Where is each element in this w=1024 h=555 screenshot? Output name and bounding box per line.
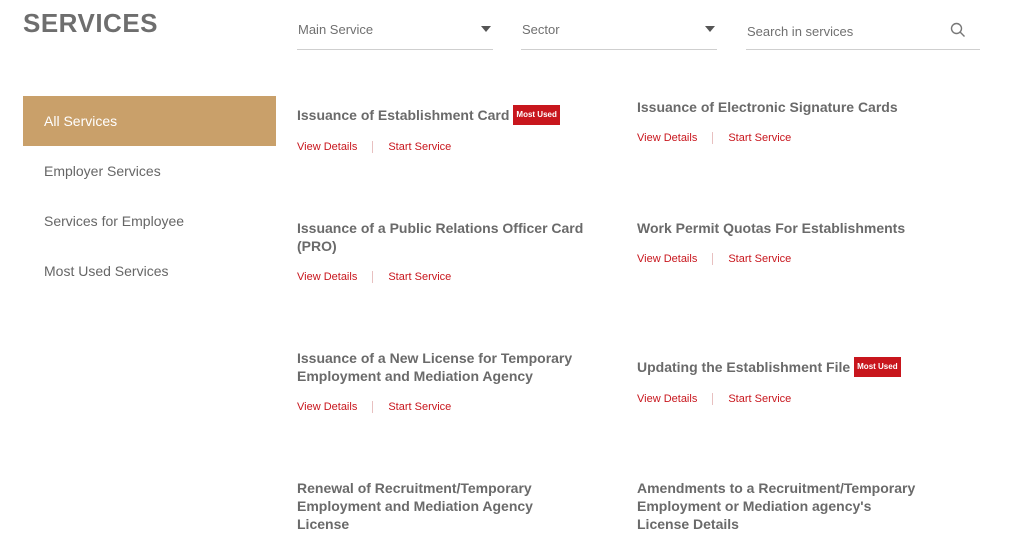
divider <box>372 271 374 283</box>
service-title: Issuance of a New License for Temporary … <box>297 350 573 384</box>
service-actions: View Details Start Service <box>297 401 597 413</box>
service-actions: View Details Start Service <box>637 393 937 405</box>
sidebar-item-employer-services[interactable]: Employer Services <box>23 146 276 196</box>
service-card: Issuance of Establishment Card Most Used … <box>297 105 597 153</box>
view-details-link[interactable]: View Details <box>297 401 357 413</box>
service-title: Work Permit Quotas For Establishments <box>637 220 906 236</box>
caret-down-icon <box>481 26 491 32</box>
service-card: Amendments to a Recruitment/Temporary Em… <box>637 479 937 533</box>
search-input[interactable] <box>746 14 936 48</box>
most-used-badge: Most Used <box>854 357 901 377</box>
view-details-link[interactable]: View Details <box>297 271 357 283</box>
service-actions: View Details Start Service <box>637 253 937 265</box>
divider <box>712 132 714 144</box>
search-box <box>746 14 980 50</box>
service-title: Issuance of a Public Relations Officer C… <box>297 220 584 254</box>
start-service-link[interactable]: Start Service <box>728 253 791 265</box>
sidebar-item-all-services[interactable]: All Services <box>23 96 276 146</box>
divider <box>372 401 374 413</box>
service-title: Amendments to a Recruitment/Temporary Em… <box>637 480 916 532</box>
most-used-badge: Most Used <box>513 105 560 125</box>
service-actions: View Details Start Service <box>297 141 597 153</box>
divider <box>372 141 374 153</box>
service-card: Work Permit Quotas For Establishments Vi… <box>637 219 937 265</box>
service-title: Issuance of Electronic Signature Cards <box>637 99 898 115</box>
service-card: Updating the Establishment File Most Used… <box>637 357 937 405</box>
service-card: Renewal of Recruitment/Temporary Employm… <box>297 479 597 533</box>
start-service-link[interactable]: Start Service <box>388 401 451 413</box>
search-icon[interactable] <box>950 22 966 38</box>
main-service-label: Main Service <box>298 22 374 37</box>
view-details-link[interactable]: View Details <box>637 132 697 144</box>
sidebar-item-most-used-services[interactable]: Most Used Services <box>23 246 276 296</box>
service-title: Renewal of Recruitment/Temporary Employm… <box>297 480 533 532</box>
service-card: Issuance of a Public Relations Officer C… <box>297 219 597 283</box>
start-service-link[interactable]: Start Service <box>388 141 451 153</box>
sidebar-item-services-for-employee[interactable]: Services for Employee <box>23 196 276 246</box>
start-service-link[interactable]: Start Service <box>388 271 451 283</box>
service-title: Updating the Establishment File <box>637 359 851 375</box>
sector-dropdown[interactable]: Sector <box>521 14 717 50</box>
divider <box>712 393 714 405</box>
main-service-dropdown[interactable]: Main Service <box>297 14 493 50</box>
start-service-link[interactable]: Start Service <box>728 393 791 405</box>
caret-down-icon <box>705 26 715 32</box>
service-card: Issuance of a New License for Temporary … <box>297 349 597 413</box>
view-details-link[interactable]: View Details <box>637 393 697 405</box>
sidebar: All Services Employer Services Services … <box>23 96 276 296</box>
service-actions: View Details Start Service <box>297 271 597 283</box>
view-details-link[interactable]: View Details <box>637 253 697 265</box>
divider <box>712 253 714 265</box>
page-title: SERVICES <box>23 8 159 38</box>
view-details-link[interactable]: View Details <box>297 141 357 153</box>
service-actions: View Details Start Service <box>637 132 937 144</box>
sector-label: Sector <box>522 22 560 37</box>
service-title: Issuance of Establishment Card <box>297 107 510 123</box>
start-service-link[interactable]: Start Service <box>728 132 791 144</box>
service-card: Issuance of Electronic Signature Cards V… <box>637 98 937 144</box>
